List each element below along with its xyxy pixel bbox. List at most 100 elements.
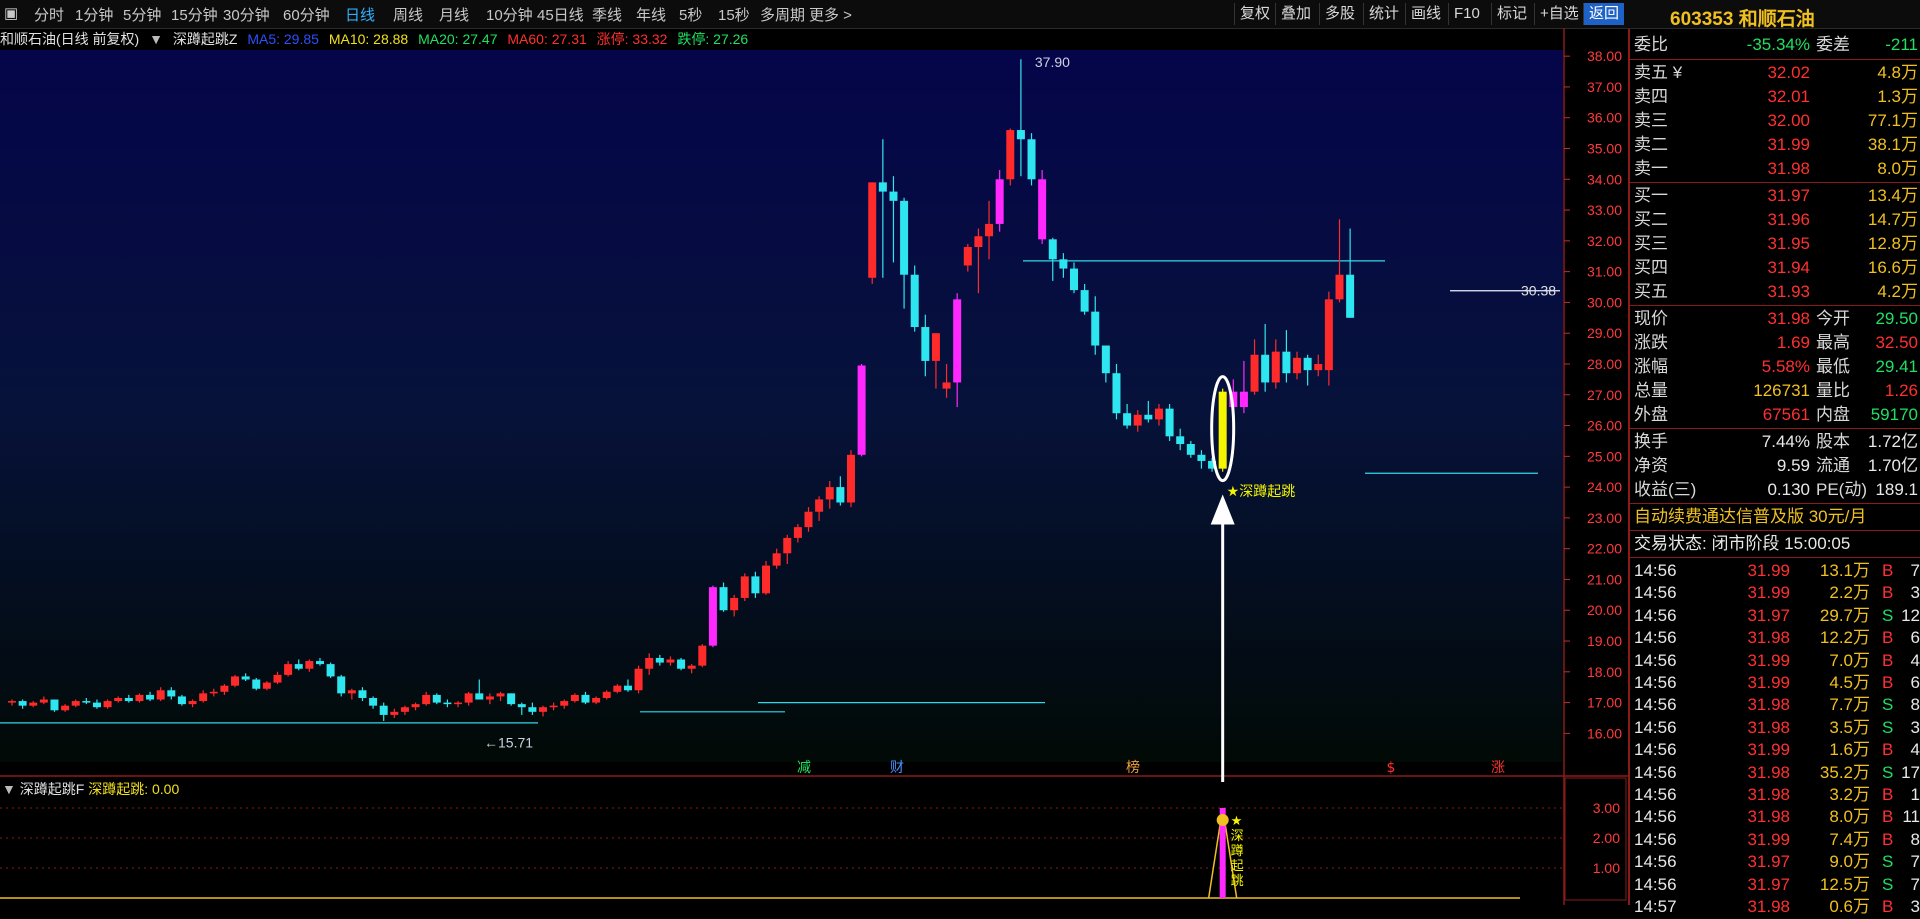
candle-body — [825, 487, 834, 500]
stat-value: 9.59 — [1776, 456, 1810, 475]
stat-label: 流通 — [1816, 456, 1850, 475]
tick-count: 4 — [1910, 650, 1920, 670]
stat-label: 换手 — [1634, 432, 1668, 451]
tick-price: 31.99 — [1747, 561, 1790, 580]
sub-signal-char: 跳 — [1231, 874, 1244, 889]
sub-signal-char: 深 — [1231, 829, 1244, 844]
candle-body — [974, 236, 983, 248]
candle-body — [231, 676, 240, 686]
event-marker: 财 — [890, 760, 904, 776]
quote-panel: 委比 -35.34% 委差 -211 卖五 ¥32.02 4.8万 卖四 32.01 1.3万卖… — [1628, 29, 1920, 916]
candle-body — [666, 659, 675, 663]
candle-body — [1218, 391, 1227, 469]
ask-label: 卖一 — [1634, 159, 1668, 178]
sub-dropdown-icon[interactable]: ▼ — [2, 781, 16, 797]
candle-body — [305, 661, 314, 669]
tick-volume: 9.0万 — [1829, 852, 1870, 872]
stat-value: 5.58% — [1761, 357, 1810, 376]
tick-price: 31.99 — [1747, 740, 1790, 760]
tick-volume: 13.1万 — [1819, 561, 1870, 580]
candle-body — [793, 527, 802, 538]
bid-price: 31.94 — [1767, 258, 1810, 277]
bid-row: 买二 31.96 14.7万 — [1630, 208, 1920, 232]
tick-volume: 3.2万 — [1829, 785, 1870, 804]
tick-time: 14:56 — [1634, 561, 1677, 580]
stat-row: 涨跌 1.69 最高 32.50 — [1630, 331, 1920, 355]
tick-volume: 29.7万 — [1819, 605, 1870, 625]
tick-side: S — [1882, 852, 1894, 872]
tick-row: 14:56 31.99 7.4万 B 8 — [1630, 828, 1920, 852]
price-tick-label: 37.00 — [1587, 79, 1622, 95]
stat-value: 29.41 — [1875, 357, 1918, 376]
weicha-value: -211 — [1885, 35, 1918, 54]
ask-row: 卖三 32.00 77.1万 — [1630, 109, 1920, 133]
high-price-label: 37.90 — [1035, 54, 1070, 70]
tick-side: B — [1882, 897, 1894, 916]
tick-row: 14:56 31.97 12.5万 S 7 — [1630, 873, 1920, 897]
candle-body — [1176, 436, 1185, 445]
bid-price: 31.97 — [1767, 186, 1810, 205]
price-tick-label: 17.00 — [1587, 695, 1622, 711]
candle-body — [1154, 408, 1163, 420]
candle-body — [623, 685, 632, 691]
candle-body — [167, 690, 176, 697]
panel-divider — [1630, 557, 1920, 558]
candle-body — [910, 274, 919, 328]
stock-name: 和顺石油 — [1738, 9, 1815, 30]
tick-side: B — [1882, 583, 1894, 603]
ask-price: 32.01 — [1767, 87, 1810, 106]
candle-body — [1250, 354, 1259, 392]
candle-body — [103, 701, 112, 708]
candle-body — [156, 690, 165, 700]
candle-body — [1112, 373, 1121, 414]
bid-row: 买一 31.97 13.4万 — [1630, 184, 1920, 208]
stat-label: 量比 — [1816, 381, 1850, 400]
ask-label: 卖五 ¥ — [1634, 63, 1683, 82]
tick-time: 14:56 — [1634, 717, 1677, 737]
candle-body — [953, 299, 962, 383]
tick-side: B — [1882, 673, 1894, 692]
tick-count: 12 — [1901, 605, 1920, 625]
stat-value: 7.44% — [1761, 432, 1810, 451]
stat-value: 59170 — [1870, 405, 1918, 424]
candle-body — [708, 587, 717, 646]
stat-label: 净资 — [1634, 456, 1668, 475]
candle-body — [1133, 414, 1142, 426]
ask-volume: 1.3万 — [1877, 87, 1918, 106]
candle-body — [61, 705, 70, 711]
tick-time: 14:56 — [1634, 628, 1677, 648]
tick-volume: 0.6万 — [1829, 897, 1870, 916]
tick-volume: 7.7万 — [1829, 695, 1870, 715]
kline-chart[interactable]: 16.00 17.00 18.00 19.00 20.00 21.00 22.00 23.00… — [0, 0, 1628, 905]
tick-count: 7 — [1910, 561, 1920, 580]
candle-body — [783, 537, 792, 554]
candle-body — [369, 697, 378, 706]
candle-body — [400, 707, 409, 712]
ask-volume: 4.8万 — [1877, 63, 1918, 82]
sub-indicator-value: 深蹲起跳: 0.00 — [88, 781, 180, 797]
candle-body — [188, 701, 197, 705]
candle-body — [347, 690, 356, 694]
stat-label: 股本 — [1816, 432, 1850, 451]
tick-count: 6 — [1910, 628, 1920, 648]
stat-label: 涨幅 — [1634, 357, 1668, 376]
stat-label: 最高 — [1816, 333, 1850, 352]
candle-body — [1080, 290, 1089, 312]
ask-label: 卖四 — [1634, 87, 1668, 106]
candle-body — [177, 696, 186, 705]
price-tick-label: 21.00 — [1587, 571, 1622, 587]
tick-count: 3 — [1910, 717, 1920, 737]
stat-row: 外盘 67561 内盘 59170 — [1630, 403, 1920, 427]
sub-indicator-name[interactable]: 深蹲起跳F — [20, 781, 85, 797]
candle-body — [485, 696, 494, 700]
candle-body — [507, 693, 516, 705]
ask-row: 卖二 31.99 38.1万 — [1630, 133, 1920, 157]
bid-price: 31.95 — [1767, 234, 1810, 253]
candle-body — [284, 664, 293, 675]
candle-body — [1165, 408, 1174, 437]
price-tick-label: 20.00 — [1587, 602, 1622, 618]
candle-body — [92, 702, 101, 708]
candle-body — [592, 697, 601, 703]
tick-time: 14:56 — [1634, 807, 1677, 827]
tick-price: 31.98 — [1747, 807, 1790, 827]
